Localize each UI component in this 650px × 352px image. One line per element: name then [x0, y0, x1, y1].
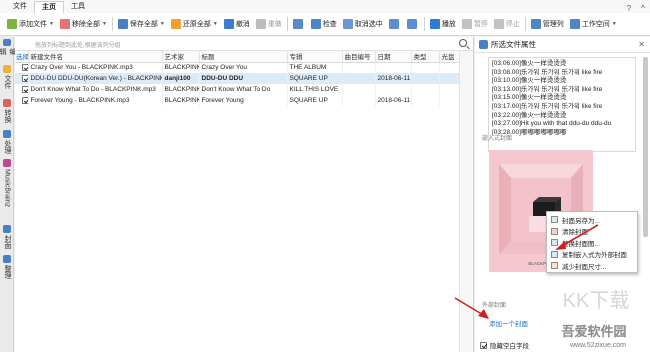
hide-empty-fields[interactable]: 隐藏空白字段: [480, 340, 529, 350]
add-cover-link[interactable]: 添加一个封面: [489, 318, 528, 328]
svg-text:KK下载: KK下载: [563, 289, 630, 312]
hide-empty-checkbox[interactable]: [480, 341, 487, 349]
arrow-line: [559, 224, 599, 248]
site-watermark: KK下载 吾爱软件园 www.52zixue.com: [561, 289, 630, 349]
arrow-head: [555, 241, 566, 250]
arrow-head: [478, 309, 489, 319]
watermark-url: www.52zixue.com: [569, 342, 626, 349]
watermark-brand: 吾爱软件园: [561, 324, 626, 339]
hide-empty-label: 隐藏空白字段: [490, 343, 529, 350]
